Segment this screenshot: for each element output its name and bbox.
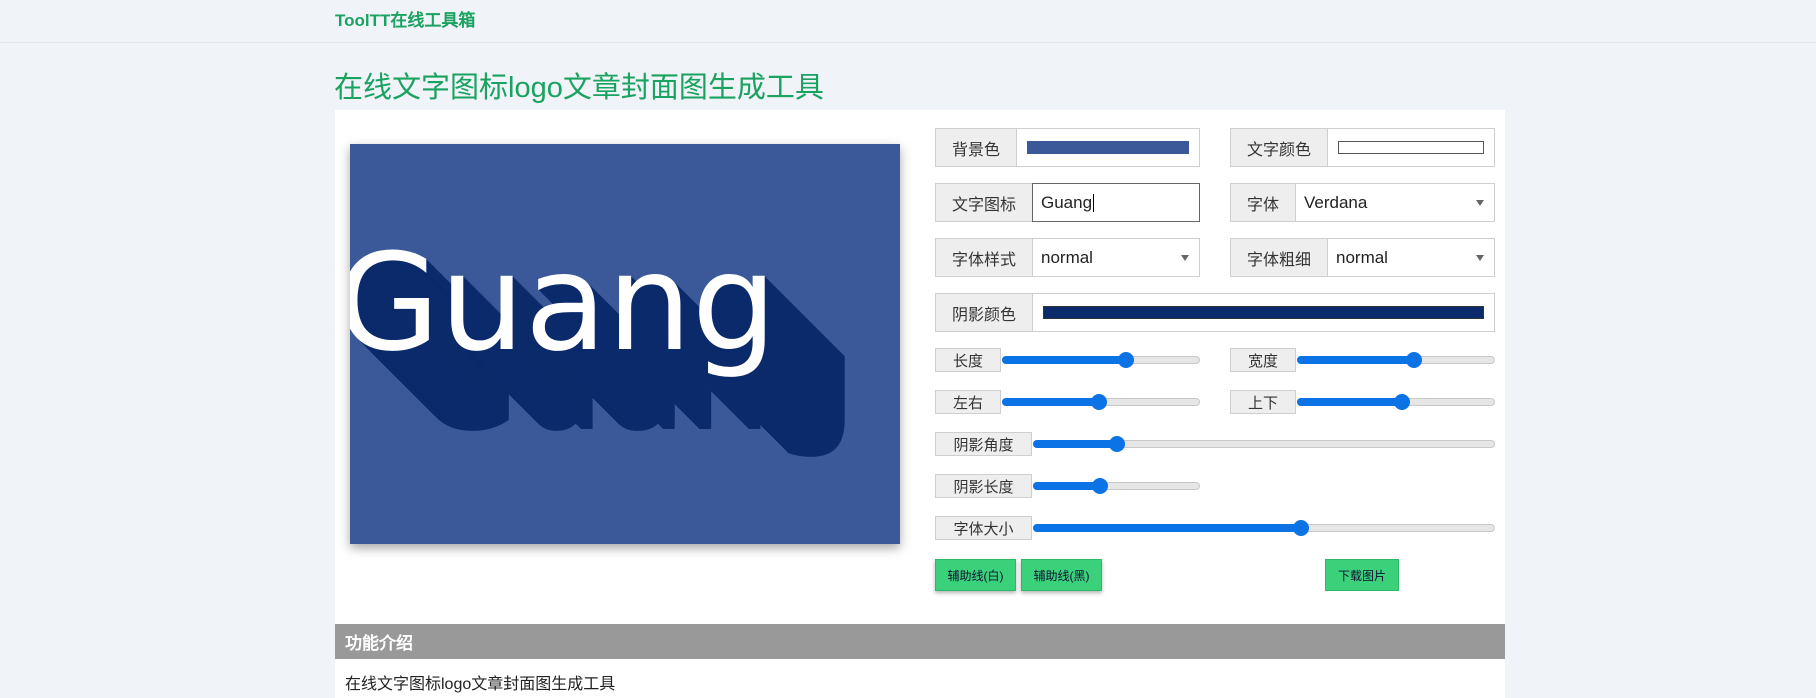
slider-fill <box>1033 440 1116 448</box>
text-caret <box>1093 193 1095 212</box>
bg-color-label: 背景色 <box>935 128 1017 167</box>
download-button[interactable]: 下载图片 <box>1325 559 1399 591</box>
font-size-slider[interactable] <box>1033 520 1495 536</box>
font-style-control: 字体样式 normal <box>935 238 1200 277</box>
font-style-label: 字体样式 <box>935 238 1033 277</box>
vertical-label: 上下 <box>1230 390 1296 414</box>
icon-text-value: Guang <box>1041 192 1093 212</box>
vertical-slider-control: 上下 <box>1230 390 1495 414</box>
shadow-angle-slider[interactable] <box>1033 436 1495 452</box>
slider-fill <box>1002 398 1099 406</box>
slider-fill <box>1033 482 1099 490</box>
shadow-length-slider-control: 阴影长度 <box>935 474 1200 498</box>
font-weight-label: 字体粗细 <box>1230 238 1328 277</box>
horizontal-label: 左右 <box>935 390 1001 414</box>
width-label: 宽度 <box>1230 348 1296 372</box>
top-bar: ToolTT在线工具箱 <box>0 0 1816 43</box>
slider-fill <box>1297 356 1413 364</box>
horizontal-slider[interactable] <box>1002 394 1200 410</box>
logo-preview-canvas: GuangGuangGuangGuangGuangGuangGuangGuang… <box>350 225 857 461</box>
shadow-length-label: 阴影长度 <box>935 474 1032 498</box>
icon-text-control: 文字图标 Guang <box>935 183 1200 222</box>
intro-text: 在线文字图标logo文章封面图生成工具 <box>345 676 616 693</box>
text-color-swatch <box>1338 140 1484 154</box>
text-color-picker[interactable] <box>1328 128 1495 167</box>
slider-thumb[interactable] <box>1108 436 1125 452</box>
text-color-control: 文字颜色 <box>1230 128 1495 167</box>
shadow-length-slider[interactable] <box>1033 478 1200 494</box>
text-color-label: 文字颜色 <box>1230 128 1328 167</box>
slider-fill <box>1297 398 1401 406</box>
chevron-down-icon <box>1476 254 1484 261</box>
shadow-color-label: 阴影颜色 <box>935 293 1033 332</box>
font-select[interactable]: Verdana <box>1296 183 1495 222</box>
font-style-select[interactable]: normal <box>1033 238 1200 277</box>
logo-preview: Guang Guang Guang Guang Guang Guang Guang Guang… <box>350 144 900 544</box>
slider-fill <box>1033 524 1300 532</box>
tool-card: Guang Guang Guang Guang Guang Guang Guang Guang… <box>335 110 1505 698</box>
bg-color-swatch <box>1027 140 1189 154</box>
slider-fill <box>1002 356 1126 364</box>
length-label: 长度 <box>935 348 1001 372</box>
page-title: 在线文字图标logo文章封面图生成工具 <box>334 72 824 104</box>
guide-white-button[interactable]: 辅助线(白) <box>935 559 1016 591</box>
shadow-color-control: 阴影颜色 <box>935 293 1495 332</box>
intro-heading: 功能介绍 <box>335 624 1505 659</box>
font-weight-value: normal <box>1336 247 1388 267</box>
shadow-angle-label: 阴影角度 <box>935 432 1032 456</box>
guide-black-button[interactable]: 辅助线(黑) <box>1021 559 1102 591</box>
font-style-value: normal <box>1041 247 1093 267</box>
brand-logo[interactable]: ToolTT在线工具箱 <box>335 6 475 31</box>
logo-text: Guang <box>350 225 777 381</box>
font-weight-control: 字体粗细 normal <box>1230 238 1495 277</box>
icon-text-input[interactable]: Guang <box>1032 183 1200 222</box>
font-size-slider-control: 字体大小 <box>935 516 1495 540</box>
chevron-down-icon <box>1181 254 1189 261</box>
font-control: 字体 Verdana <box>1230 183 1495 222</box>
chevron-down-icon <box>1476 199 1484 206</box>
length-slider-control: 长度 <box>935 348 1200 372</box>
horizontal-slider-control: 左右 <box>935 390 1200 414</box>
slider-thumb[interactable] <box>1092 478 1108 494</box>
width-slider-control: 宽度 <box>1230 348 1495 372</box>
bg-color-control: 背景色 <box>935 128 1200 167</box>
length-slider[interactable] <box>1002 352 1200 368</box>
slider-thumb[interactable] <box>1393 394 1410 410</box>
font-select-value: Verdana <box>1304 192 1368 212</box>
slider-thumb[interactable] <box>1091 394 1108 410</box>
shadow-color-picker[interactable] <box>1033 293 1495 332</box>
bg-color-picker[interactable] <box>1017 128 1200 167</box>
font-label: 字体 <box>1230 183 1296 222</box>
slider-thumb[interactable] <box>1118 352 1135 368</box>
vertical-slider[interactable] <box>1297 394 1495 410</box>
shadow-angle-slider-control: 阴影角度 <box>935 432 1495 456</box>
font-weight-select[interactable]: normal <box>1328 238 1495 277</box>
shadow-color-swatch <box>1043 305 1484 319</box>
width-slider[interactable] <box>1297 352 1495 368</box>
font-size-label: 字体大小 <box>935 516 1032 540</box>
slider-thumb[interactable] <box>1405 352 1422 368</box>
icon-text-label: 文字图标 <box>935 183 1033 222</box>
slider-thumb[interactable] <box>1292 520 1309 536</box>
